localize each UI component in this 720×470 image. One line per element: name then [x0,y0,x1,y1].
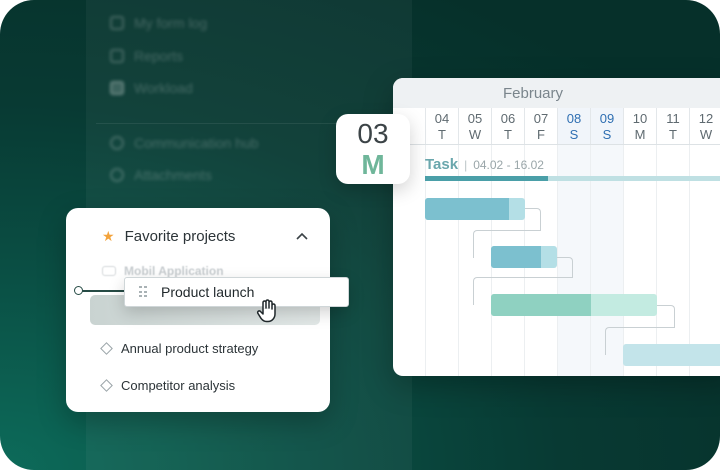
day-number: 10 [632,111,648,126]
gantt-bar-3-progress [491,294,591,316]
day-header-06: 06 T [491,108,524,144]
header-divider [393,144,720,145]
day-number: 04 [434,111,450,126]
task-progress-fill [425,176,548,181]
dragged-item-label: Product launch [161,284,255,300]
day-weekday: M [634,127,646,142]
star-icon: ★ [102,228,115,244]
day-header-10: 10 M [623,108,656,144]
folder-icon [102,266,116,276]
faded-project-item: Mobil Application [102,264,224,278]
day-header-07: 07 F [524,108,557,144]
chevron-up-icon[interactable] [294,228,310,244]
dependency-connector [657,305,675,327]
project-item-annual-product-strategy[interactable]: Annual product strategy [100,341,258,356]
day-weekday: S [602,127,612,142]
ghost-item-workload: Workload [110,80,193,96]
gantt-bar-2[interactable] [491,246,557,268]
day-number: 11 [666,111,680,126]
day-weekday: T [438,127,446,142]
gantt-bar-1-progress [425,198,509,220]
ghost-item-my-form-log: My form log [110,15,207,31]
paperclip-icon [107,165,127,185]
today-date-badge: 03 M [336,114,410,184]
day-header-04: 04 T [425,108,458,144]
ghost-item-attachments: Attachments [107,165,212,185]
app-stage: My form log Reports Workload Communicati… [0,0,720,470]
day-number: 12 [698,111,714,126]
month-label: February [502,84,564,102]
date-weekday: M [361,149,385,180]
drag-handle-icon[interactable] [139,286,147,298]
gantt-bar-2-progress [491,246,541,268]
month-header: February [393,78,720,108]
day-weekday: T [504,127,512,142]
day-header-11: 11 T [656,108,689,144]
day-weekday: F [537,127,545,142]
day-number: 08 [566,111,582,126]
day-header-09: 09 S [590,108,623,144]
day-weekday: S [569,127,579,142]
ghost-item-reports: Reports [110,48,183,64]
day-weekday: T [669,127,677,142]
date-number: 03 [357,118,389,149]
day-header-08: 08 S [557,108,590,144]
gantt-bar-4[interactable] [623,344,720,366]
drag-insertion-line [78,290,126,292]
gantt-bar-3[interactable] [491,294,657,316]
task-dates: 04.02 - 16.02 [473,157,544,172]
task-separator: | [464,157,468,172]
day-header-12: 12 W [689,108,720,144]
favorite-projects-card: ★ Favorite projects Mobil Application An… [66,208,330,412]
dependency-connector [525,208,541,230]
drag-insertion-dot [74,286,83,295]
task-name: Task [425,156,459,173]
document-icon [110,49,124,63]
favorites-title: Favorite projects [124,228,236,245]
day-weekday: W [468,127,482,142]
chat-icon [110,136,124,150]
task-progress-track [425,176,720,181]
favorites-header[interactable]: ★ Favorite projects [102,228,235,245]
grab-hand-icon [256,299,276,323]
project-diamond-icon [100,342,113,355]
day-weekday: W [699,127,713,142]
ghost-item-communication-hub: Communication hub [110,135,259,151]
gantt-bar-1[interactable] [425,198,525,220]
dependency-connector [557,257,573,277]
day-number: 07 [533,111,549,126]
user-icon [110,16,124,30]
day-number: 09 [599,111,615,126]
task-header[interactable]: Task | 04.02 - 16.02 [425,156,544,173]
day-number: 05 [467,111,483,126]
grid-icon [110,81,124,95]
gantt-panel: February 04 T 05 W 06 T 07 F 08 S 09 S 10 M 11 T 12 W Tas… [393,78,720,376]
day-number: 06 [500,111,516,126]
project-item-competitor-analysis[interactable]: Competitor analysis [100,378,235,393]
dragged-project-item[interactable]: Product launch [124,277,349,307]
day-header-05: 05 W [458,108,491,144]
project-diamond-icon [100,379,113,392]
